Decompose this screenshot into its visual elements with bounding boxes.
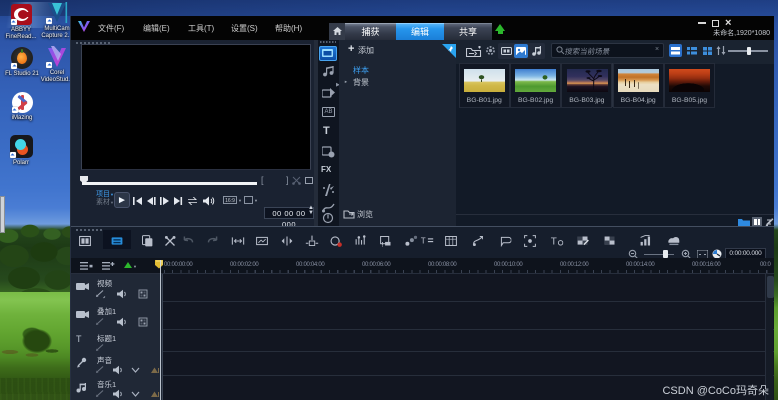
svg-text:T: T	[551, 237, 557, 248]
svg-text:T: T	[421, 237, 426, 246]
svg-text:!: !	[382, 241, 384, 247]
